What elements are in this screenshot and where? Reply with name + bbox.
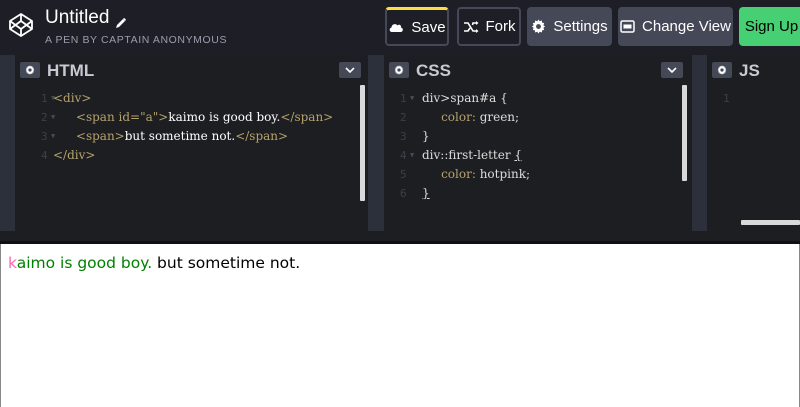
css-settings-gear-icon[interactable] bbox=[389, 62, 409, 78]
code-line: <div> bbox=[53, 89, 358, 108]
code-line: div::first-letter { bbox=[422, 146, 682, 165]
sign-up-label: Sign Up bbox=[744, 18, 799, 35]
fork-label: Fork bbox=[485, 18, 516, 35]
code-token: hotpink; bbox=[479, 167, 531, 181]
cloud-icon bbox=[388, 22, 404, 33]
html-gutter: 1 ▼ 2 ▼ 3 ▼ 4 bbox=[15, 89, 55, 165]
code-token: </div> bbox=[53, 148, 96, 162]
code-token: > bbox=[158, 110, 169, 124]
js-horizontal-scrollbar[interactable] bbox=[741, 220, 800, 225]
pen-author: A PEN BY CAPTAIN ANONYMOUS bbox=[45, 34, 228, 46]
html-code: <div> <span id="a">kaimo is good boy.</s… bbox=[53, 89, 358, 165]
fold-arrow-icon[interactable]: ▼ bbox=[410, 146, 414, 165]
html-pane-header: HTML bbox=[15, 55, 368, 85]
layout-icon bbox=[620, 20, 635, 33]
code-token: but sometime not. bbox=[124, 129, 236, 143]
css-pane: CSS 1 ▼ 2 3 4 ▼ 5 6 div>span#a { color: gr… bbox=[384, 55, 692, 231]
settings-button[interactable]: Settings bbox=[527, 7, 612, 46]
js-pane-header: JS bbox=[707, 55, 800, 85]
html-vertical-scrollbar[interactable] bbox=[360, 85, 365, 201]
code-line: color: green; bbox=[422, 108, 682, 127]
result-preview[interactable]: kaimo is good boy. but sometime not. bbox=[0, 244, 800, 407]
js-pane: JS 1 bbox=[707, 55, 800, 231]
code-token: { bbox=[514, 148, 523, 162]
code-token: "a" bbox=[140, 110, 159, 124]
code-line: div>span#a { bbox=[422, 89, 682, 108]
change-view-label: Change View bbox=[642, 18, 731, 35]
save-label: Save bbox=[411, 18, 446, 36]
save-button[interactable]: Save bbox=[385, 7, 449, 46]
codepen-logo[interactable] bbox=[8, 12, 34, 38]
code-token: </span> bbox=[235, 129, 289, 143]
js-pane-title: JS bbox=[739, 61, 760, 80]
preview-span-a: aimo is good boy. bbox=[16, 254, 153, 272]
preview-plain-span: but sometime not. bbox=[152, 254, 301, 272]
settings-label: Settings bbox=[553, 18, 608, 35]
code-token: color: bbox=[441, 110, 480, 124]
line-number: 4 bbox=[400, 149, 407, 162]
line-number: 4 bbox=[41, 149, 48, 162]
code-token: <span bbox=[75, 110, 119, 124]
editor-panes: HTML 1 ▼ 2 ▼ 3 ▼ 4 <div> <span id="a">kaimo… bbox=[0, 55, 800, 231]
js-editor[interactable]: 1 bbox=[707, 85, 800, 231]
code-token: div::first-letter bbox=[422, 148, 515, 162]
css-vertical-scrollbar[interactable] bbox=[682, 85, 687, 181]
preview-first-letter: k bbox=[8, 254, 17, 272]
line-number: 3 bbox=[400, 130, 407, 143]
line-number: 3 bbox=[41, 130, 48, 143]
fork-icon bbox=[463, 20, 479, 33]
code-token: div>span#a { bbox=[422, 91, 508, 105]
top-header: Untitled A PEN BY CAPTAIN ANONYMOUS Save… bbox=[0, 0, 800, 55]
code-token: <span> bbox=[75, 129, 125, 143]
html-pane-title: HTML bbox=[47, 61, 95, 80]
css-editor[interactable]: 1 ▼ 2 3 4 ▼ 5 6 div>span#a { color: green;… bbox=[384, 85, 692, 231]
line-number: 5 bbox=[400, 168, 407, 181]
code-token: kaimo is good boy. bbox=[168, 110, 281, 124]
pen-title-block: Untitled A PEN BY CAPTAIN ANONYMOUS bbox=[45, 6, 227, 46]
html-pane: HTML 1 ▼ 2 ▼ 3 ▼ 4 <div> <span id="a">kaimo… bbox=[15, 55, 368, 231]
line-number: 1 bbox=[400, 92, 407, 105]
code-token: color: bbox=[441, 167, 480, 181]
code-line: } bbox=[422, 127, 682, 146]
code-token: green; bbox=[479, 110, 520, 124]
fold-arrow-icon[interactable]: ▼ bbox=[410, 89, 414, 108]
pencil-icon[interactable] bbox=[115, 12, 127, 28]
sign-up-button[interactable]: Sign Up bbox=[739, 7, 800, 46]
css-pane-header: CSS bbox=[384, 55, 692, 85]
code-token: } bbox=[422, 129, 430, 143]
code-line: <span id="a">kaimo is good boy.</span> bbox=[53, 108, 358, 127]
css-pane-title: CSS bbox=[416, 61, 451, 80]
code-token: </span> bbox=[280, 110, 334, 124]
js-settings-gear-icon[interactable] bbox=[712, 62, 732, 78]
line-number: 2 bbox=[41, 111, 48, 124]
code-token: id= bbox=[118, 110, 141, 124]
code-token: } bbox=[422, 186, 430, 200]
line-number: 1 bbox=[41, 92, 48, 105]
code-line: color: hotpink; bbox=[422, 165, 682, 184]
line-number: 6 bbox=[400, 187, 407, 200]
code-line: </div> bbox=[53, 146, 358, 165]
css-code: div>span#a { color: green; } div::first-… bbox=[422, 89, 682, 203]
html-settings-gear-icon[interactable] bbox=[20, 62, 40, 78]
gear-icon bbox=[531, 19, 546, 34]
pen-title[interactable]: Untitled bbox=[45, 6, 109, 30]
js-gutter: 1 bbox=[697, 89, 737, 108]
css-gutter: 1 ▼ 2 3 4 ▼ 5 6 bbox=[374, 89, 414, 203]
html-editor[interactable]: 1 ▼ 2 ▼ 3 ▼ 4 <div> <span id="a">kaimo is g… bbox=[15, 85, 368, 231]
fork-button[interactable]: Fork bbox=[457, 7, 521, 46]
change-view-button[interactable]: Change View bbox=[618, 7, 733, 46]
line-number: 1 bbox=[723, 92, 730, 105]
code-token: <div> bbox=[53, 91, 92, 105]
html-chevron-down-icon[interactable] bbox=[339, 62, 361, 78]
css-chevron-down-icon[interactable] bbox=[661, 62, 683, 78]
line-number: 2 bbox=[400, 111, 407, 124]
preview-output: kaimo is good boy. but sometime not. bbox=[8, 254, 300, 272]
code-line: } bbox=[422, 184, 682, 203]
code-line: <span>but sometime not.</span> bbox=[53, 127, 358, 146]
